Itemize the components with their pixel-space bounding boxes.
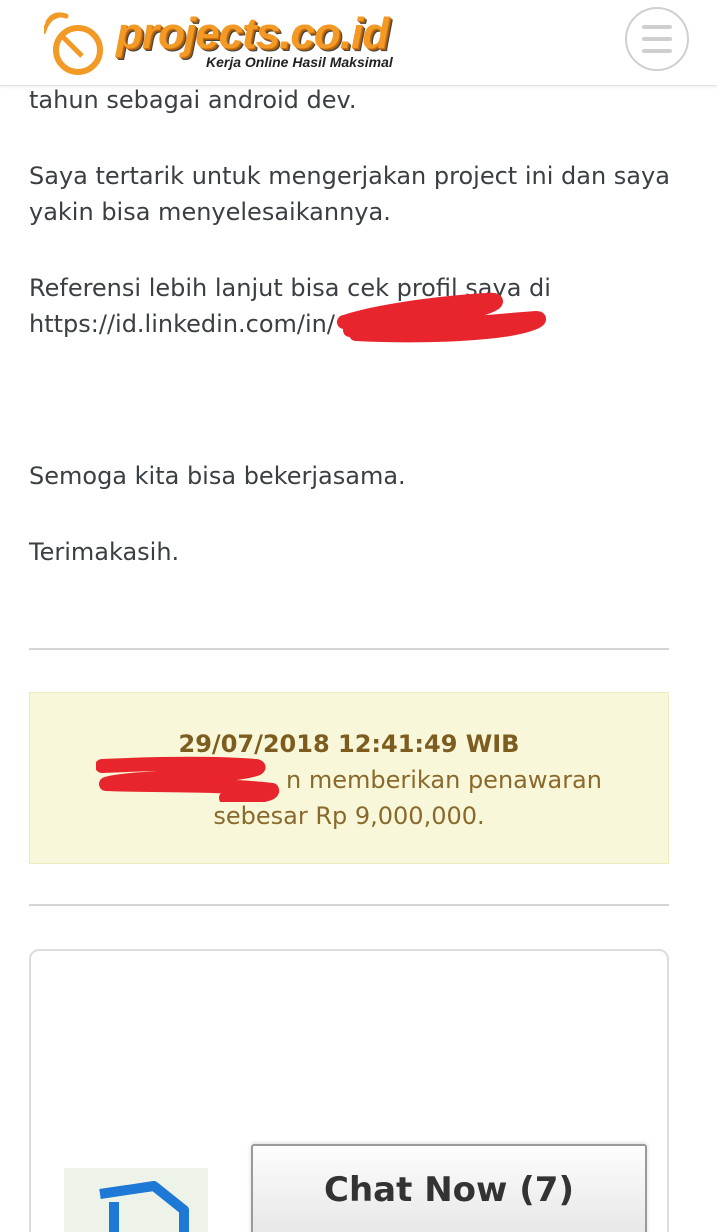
offer-amount-line: sebesar Rp 9,000,000. (213, 802, 485, 830)
site-header: projects.co.id Kerja Online Hasil Maksim… (0, 0, 717, 86)
mouse-logo-icon (44, 12, 103, 75)
message-line: Semoga kita bisa bekerjasama. (29, 462, 406, 490)
message-link[interactable]: https://id.linkedin.com/in/ (29, 306, 335, 342)
message-line: yakin bisa menyelesaikannya. (29, 198, 391, 226)
offer-text-suffix: n memberikan penawaran (286, 766, 602, 794)
section-divider (29, 648, 669, 650)
brand-logo-icon (99, 1181, 189, 1232)
message-line: Saya tertarik untuk mengerjakan project … (29, 162, 670, 190)
message-line: Terimakasih. (29, 538, 180, 566)
chat-now-button[interactable]: Chat Now (7) (251, 1144, 647, 1232)
message-line: tahun sebagai android dev. (29, 86, 357, 114)
section-divider (29, 904, 669, 906)
redaction-scribble (96, 756, 279, 802)
hamburger-menu-icon[interactable] (625, 7, 689, 71)
site-logo[interactable]: projects.co.id Kerja Online Hasil Maksim… (44, 10, 424, 78)
redaction-scribble (337, 292, 547, 343)
logo-text: projects.co.id (116, 9, 389, 58)
logo-tagline: Kerja Online Hasil Maksimal (206, 54, 393, 70)
